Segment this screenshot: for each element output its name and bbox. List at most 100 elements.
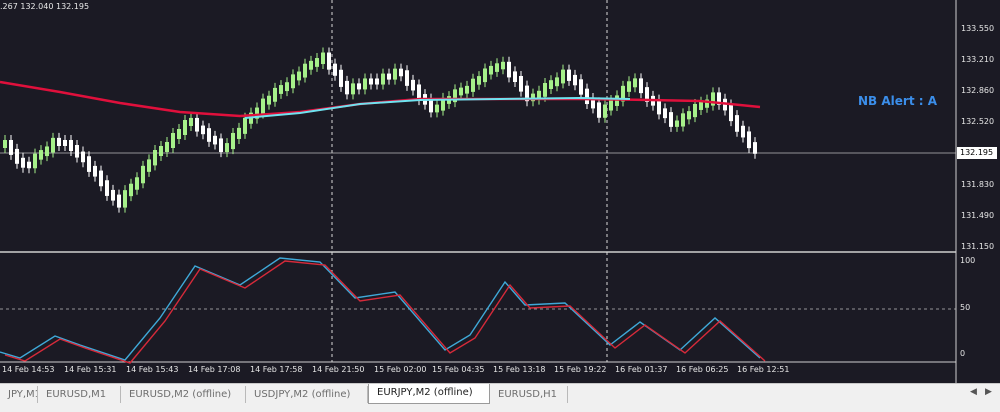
candle-body	[333, 63, 337, 76]
tab-jpy-m1[interactable]: JPY,M1	[0, 386, 38, 403]
candle-body	[141, 165, 145, 184]
candle-body	[99, 170, 103, 187]
tab-eurusd-h1[interactable]: EURUSD,H1	[490, 386, 568, 403]
price-chart[interactable]	[0, 0, 1000, 383]
candle-body	[135, 177, 139, 190]
candle-body	[549, 80, 553, 89]
candle-body	[303, 63, 307, 78]
ohlc-readout: .267 132.040 132.195	[0, 2, 90, 11]
candle-body	[375, 78, 379, 85]
candle-body	[345, 80, 349, 95]
candle-body	[165, 142, 169, 152]
tab-eurusd-m2[interactable]: EURUSD,M2 (offline)	[121, 386, 246, 403]
candle-body	[81, 151, 85, 163]
price-label: 131.150	[961, 242, 995, 251]
candlestick-series	[3, 47, 757, 213]
oscillator-label: 0	[960, 349, 966, 358]
candle-body	[27, 161, 31, 169]
alert-label: NB Alert : A	[858, 94, 938, 108]
candle-body	[609, 99, 613, 111]
candle-body	[51, 137, 55, 153]
candle-body	[3, 140, 7, 148]
candle-body	[459, 87, 463, 96]
candle-body	[285, 82, 289, 92]
price-label: 133.210	[961, 55, 995, 64]
oscillator-label: 100	[960, 256, 976, 265]
candle-body	[69, 140, 73, 151]
candle-body	[387, 73, 391, 80]
oscillator-label: 50	[960, 303, 971, 312]
candle-body	[237, 127, 241, 139]
candle-body	[483, 68, 487, 83]
price-label: 133.550	[961, 24, 995, 33]
candle-body	[741, 125, 745, 138]
candle-body	[171, 133, 175, 148]
candle-body	[417, 84, 421, 101]
time-label: 14 Feb 21:50	[312, 365, 365, 374]
candle-body	[585, 88, 589, 105]
candle-body	[33, 153, 37, 169]
time-label: 14 Feb 14:53	[2, 365, 55, 374]
candle-body	[735, 115, 739, 132]
candle-body	[315, 58, 319, 67]
candle-body	[321, 52, 325, 65]
tab-usdjpy-m2[interactable]: USDJPY,M2 (offline)	[246, 386, 368, 403]
candle-body	[213, 135, 217, 145]
candle-body	[189, 117, 193, 126]
candle-body	[57, 137, 61, 146]
stochastic-signal-line	[4, 260, 766, 364]
candle-body	[9, 140, 13, 155]
candle-body	[657, 99, 661, 115]
candle-body	[75, 145, 79, 158]
candle-body	[471, 78, 475, 92]
candle-body	[579, 79, 583, 95]
candle-body	[543, 83, 547, 97]
candle-body	[627, 81, 631, 92]
time-label: 15 Feb 02:00	[374, 365, 427, 374]
candle-body	[207, 128, 211, 142]
candle-body	[363, 78, 367, 90]
candle-body	[273, 87, 277, 102]
time-label: 15 Feb 04:35	[432, 365, 485, 374]
caret-left-icon[interactable]: ◀	[970, 387, 977, 397]
price-label: 132.860	[961, 86, 995, 95]
candle-body	[357, 83, 361, 90]
candle-body	[105, 180, 109, 196]
candle-body	[675, 120, 679, 127]
time-label: 15 Feb 19:22	[554, 365, 607, 374]
chart-window: .267 132.040 132.195 NB Alert : A 133.55…	[0, 0, 1000, 412]
candle-body	[753, 142, 757, 154]
time-label: 16 Feb 06:25	[676, 365, 729, 374]
candle-body	[381, 73, 385, 85]
candle-body	[351, 83, 355, 95]
candle-body	[669, 112, 673, 127]
candle-body	[495, 63, 499, 72]
candle-body	[597, 102, 601, 118]
candle-body	[21, 157, 25, 168]
moving-average-red	[0, 80, 761, 118]
candle-body	[201, 125, 205, 135]
tab-eurjpy-m2[interactable]: EURJPY,M2 (offline)	[368, 384, 490, 404]
price-label: 131.490	[961, 211, 995, 220]
candle-body	[15, 148, 19, 164]
candle-body	[555, 77, 559, 87]
candle-body	[87, 156, 91, 172]
price-label: 131.830	[961, 180, 995, 189]
candle-body	[681, 113, 685, 127]
caret-right-icon[interactable]: ▶	[985, 387, 992, 397]
tab-eurusd-m1[interactable]: EURUSD,M1	[38, 386, 121, 403]
candle-body	[729, 104, 733, 122]
candle-body	[39, 150, 43, 160]
candle-body	[693, 103, 697, 118]
candle-body	[111, 189, 115, 201]
candle-body	[297, 71, 301, 81]
time-label: 14 Feb 15:31	[64, 365, 117, 374]
candle-body	[291, 74, 295, 89]
candle-body	[123, 190, 127, 208]
candle-body	[393, 68, 397, 80]
candle-body	[261, 98, 265, 114]
candle-body	[633, 78, 637, 88]
candle-body	[699, 101, 703, 110]
candle-body	[153, 150, 157, 166]
time-label: 16 Feb 01:37	[615, 365, 668, 374]
